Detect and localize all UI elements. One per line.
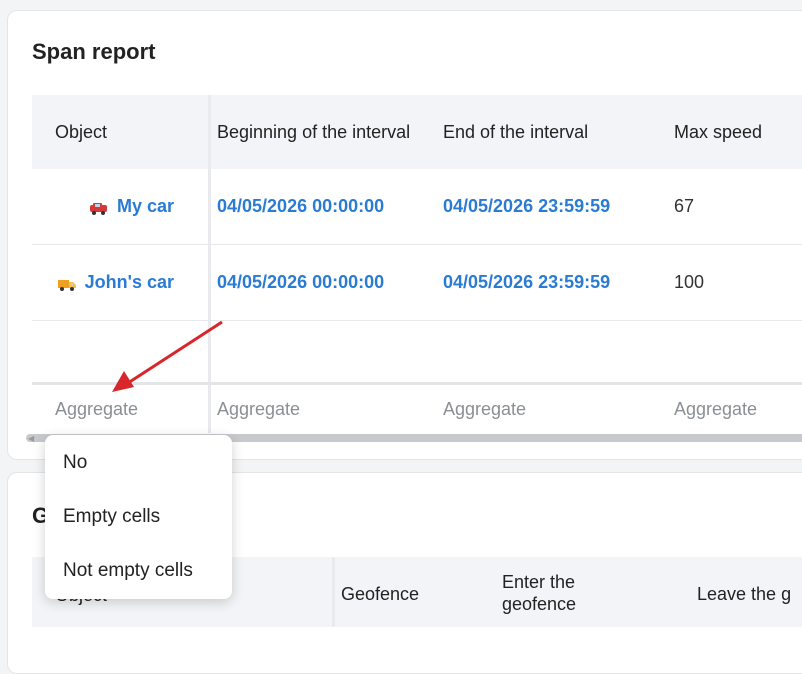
annotation-arrow-icon: [112, 320, 223, 392]
